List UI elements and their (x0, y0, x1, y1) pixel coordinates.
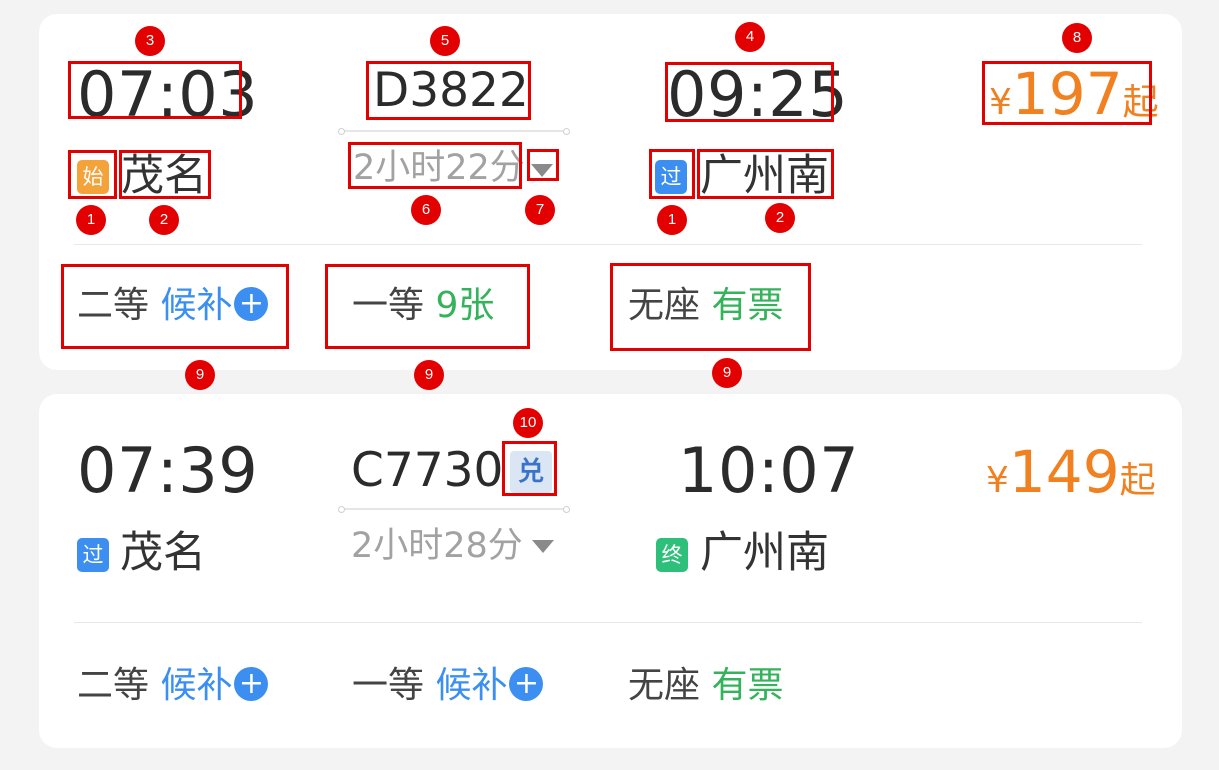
annotation-box (982, 61, 1152, 125)
train-number: C7730 (351, 443, 504, 498)
annotation-box (119, 150, 211, 199)
annotation-box (68, 150, 117, 199)
train-card-c7730[interactable]: 07:39 C7730 兑 10:07 ¥149起 2小时28分 过 茂名 终 … (39, 394, 1182, 748)
price-suffix: 起 (1119, 460, 1156, 501)
price: ¥149起 (986, 442, 1156, 517)
seat-status: 候补 (160, 665, 233, 706)
arrive-time: 10:07 (678, 434, 860, 507)
annotation-marker: 3 (135, 26, 165, 56)
terminal-tag: 终 (656, 538, 688, 572)
pass-through-tag: 过 (77, 538, 109, 572)
annotation-box (610, 263, 811, 351)
annotation-marker: 4 (735, 22, 765, 52)
annotation-box (68, 61, 242, 119)
annotation-marker: 10 (513, 408, 543, 438)
seat-class-label: 二等 (77, 665, 150, 706)
duration[interactable]: 2小时28分 (351, 526, 523, 566)
annotation-marker: 7 (525, 195, 555, 225)
divider (74, 622, 1142, 623)
chevron-down-icon[interactable] (532, 540, 554, 553)
annotation-marker: 1 (76, 205, 106, 235)
from-station: 茂名 (120, 528, 206, 578)
annotation-box (61, 264, 289, 349)
annotation-box (697, 149, 834, 199)
seat-status: 候补 (435, 665, 508, 706)
price-value: 149 (1008, 438, 1120, 506)
annotation-box (325, 264, 530, 349)
annotation-marker: 6 (411, 195, 441, 225)
annotation-marker: 9 (414, 360, 444, 390)
annotation-marker: 9 (185, 360, 215, 390)
annotation-box (348, 142, 522, 189)
annotation-box (665, 62, 834, 122)
duration-line (338, 506, 570, 513)
plus-circle-icon[interactable]: + (234, 667, 269, 701)
seat-status: 有票 (711, 665, 784, 706)
seat-class-label: 无座 (628, 665, 701, 706)
plus-circle-icon[interactable]: + (509, 667, 544, 701)
depart-time: 07:39 (77, 434, 259, 507)
annotation-marker: 5 (430, 26, 460, 56)
seat-second-class[interactable]: 二等 候补 + (77, 664, 269, 708)
seat-first-class[interactable]: 一等 候补 + (352, 664, 544, 708)
annotation-marker: 8 (1062, 23, 1092, 53)
divider (74, 244, 1142, 245)
seat-no-seat[interactable]: 无座 有票 (628, 664, 783, 708)
annotation-marker: 2 (765, 203, 795, 233)
annotation-marker: 1 (657, 205, 687, 235)
duration-line (338, 128, 570, 135)
annotation-marker: 2 (149, 205, 179, 235)
annotation-box (649, 149, 695, 199)
annotation-box (366, 61, 531, 120)
currency-symbol: ¥ (986, 460, 1009, 501)
annotation-marker: 9 (712, 358, 742, 388)
seat-class-label: 一等 (352, 665, 425, 706)
annotation-box (527, 149, 559, 181)
to-station: 广州南 (700, 528, 829, 578)
annotation-box (502, 441, 557, 496)
